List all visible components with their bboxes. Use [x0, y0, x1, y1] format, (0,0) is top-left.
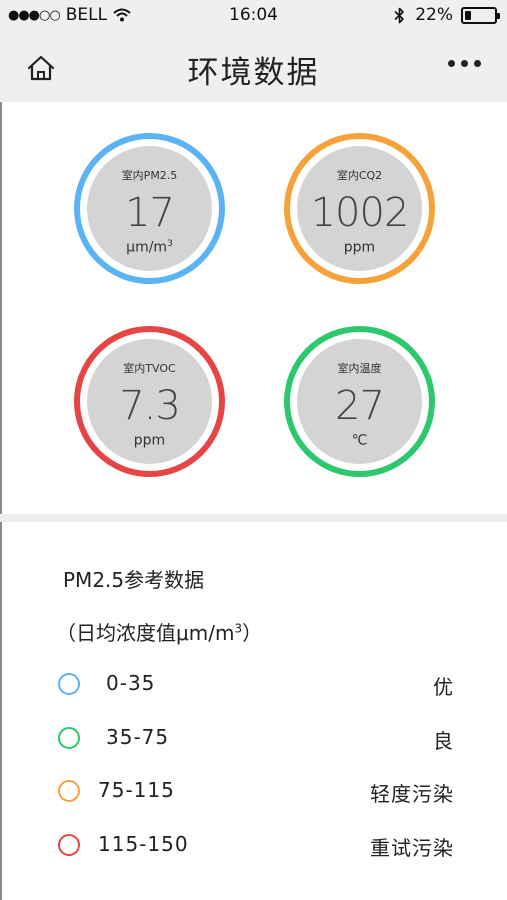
- more-icon-dot: [461, 60, 468, 67]
- battery-percent: 22%: [415, 5, 453, 25]
- legend-range: 0-35: [106, 671, 156, 695]
- legend-circle-icon: [58, 780, 80, 802]
- gauge-value: 27: [335, 383, 385, 429]
- more-icon-dot: [474, 60, 481, 67]
- gauges-panel: 室内PM2.5 17 μm/m3 室内CQ2 1002 ppm 室内TVOC 7…: [0, 102, 507, 514]
- gauge-pm25[interactable]: 室内PM2.5 17 μm/m3: [74, 133, 225, 284]
- legend-range: 75-115: [98, 778, 175, 802]
- battery-icon: [461, 6, 500, 24]
- pm25-reference-panel: PM2.5参考数据 （日均浓度值μm/m3） 0-35 优 35-75 良 75…: [0, 522, 507, 900]
- more-button[interactable]: [448, 60, 481, 67]
- gauge-unit: ppm: [343, 239, 376, 256]
- gauge-value: 7.3: [119, 383, 181, 429]
- gauge-co2[interactable]: 室内CQ2 1002 ppm: [284, 133, 435, 284]
- gauge-temperature[interactable]: 室内温度 27 ℃: [284, 326, 435, 477]
- gauge-label: 室内TVOC: [123, 362, 176, 375]
- gauge-face: 室内CQ2 1002 ppm: [297, 146, 422, 271]
- legend-level: 优: [433, 675, 454, 699]
- legend-range: 115-150: [98, 832, 189, 856]
- status-bar: ●●●○○ BELL 16:04 22%: [0, 0, 507, 30]
- gauge-tvoc[interactable]: 室内TVOC 7.3 ppm: [74, 326, 225, 477]
- battery-info: 22%: [394, 5, 500, 25]
- gauge-face: 室内PM2.5 17 μm/m3: [87, 146, 212, 271]
- gauge-unit: ppm: [133, 432, 166, 449]
- gauge-label: 室内温度: [337, 362, 382, 375]
- legend-circle-icon: [58, 834, 80, 856]
- legend-row: 0-35 优: [2, 668, 507, 699]
- gauge-label: 室内CQ2: [336, 169, 383, 182]
- gauge-value: 17: [125, 190, 175, 236]
- gauge-unit: ℃: [351, 432, 368, 449]
- gauge-unit: μm/m3: [126, 239, 173, 256]
- reference-subtitle: （日均浓度值μm/m3）: [56, 621, 263, 645]
- legend-row: 115-150 重试污染: [2, 829, 507, 860]
- legend-circle-icon: [58, 673, 80, 695]
- legend-level: 重试污染: [370, 836, 454, 860]
- legend-circle-icon: [58, 727, 80, 749]
- legend-row: 75-115 轻度污染: [2, 775, 507, 806]
- reference-title: PM2.5参考数据: [63, 568, 205, 592]
- gauge-label: 室内PM2.5: [121, 169, 178, 182]
- gauge-value: 1002: [310, 190, 410, 236]
- legend-row: 35-75 良: [2, 722, 507, 753]
- bluetooth-icon: [394, 7, 405, 24]
- legend-range: 35-75: [106, 725, 170, 749]
- section-divider: [0, 514, 507, 522]
- page-title: 环境数据: [187, 55, 320, 91]
- legend-level: 轻度污染: [370, 782, 454, 806]
- gauge-face: 室内温度 27 ℃: [297, 339, 422, 464]
- battery-fill: [465, 10, 472, 20]
- legend-level: 良: [433, 729, 454, 753]
- gauge-face: 室内TVOC 7.3 ppm: [87, 339, 212, 464]
- nav-bar: 环境数据: [0, 30, 507, 102]
- more-icon-dot: [448, 60, 455, 67]
